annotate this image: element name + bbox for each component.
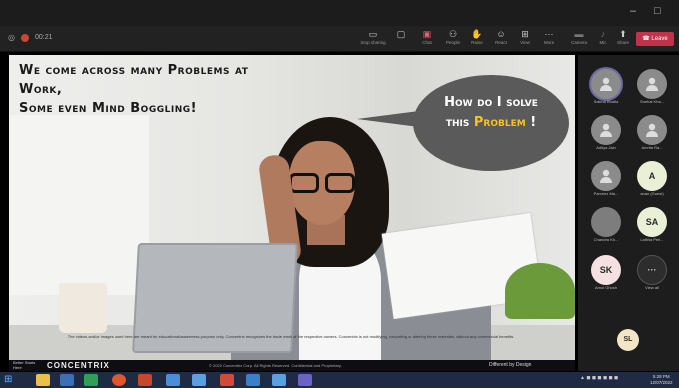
participant-name: Parveez Ma...: [593, 191, 619, 196]
screen-share-icon: ▭: [368, 29, 378, 39]
brand-logo: CONCENTRIX: [47, 361, 110, 370]
shield-icon: ◎: [8, 33, 15, 42]
excel-icon[interactable]: [84, 374, 98, 386]
file-explorer-icon[interactable]: [36, 374, 50, 386]
outlook-icon[interactable]: [60, 374, 74, 386]
slide-disclaimer: The videos and/or images used here are m…: [67, 334, 515, 339]
share-icon: ⬆: [619, 29, 627, 39]
self-view-avatar[interactable]: SL: [617, 329, 639, 351]
person-icon: [646, 123, 658, 137]
window-title-bar: – □: [0, 0, 679, 26]
system-tray[interactable]: ▲ ◼ ◼ ◼ ◼ ◼ ◼: [580, 375, 618, 381]
avatar: SA: [637, 207, 667, 237]
start-button[interactable]: ⊞: [4, 374, 16, 386]
word-icon[interactable]: [246, 374, 260, 386]
powerpoint-icon[interactable]: [138, 374, 152, 386]
plant: [505, 263, 575, 319]
meeting-timer: 00:21: [34, 34, 53, 41]
stop-sharing-button[interactable]: ▭ Stop sharing: [358, 29, 388, 49]
avatar: [591, 207, 621, 237]
participant-tile[interactable]: Sakina Bhatia: [584, 69, 628, 109]
browser-icon[interactable]: [112, 374, 126, 386]
slide-title: We come across many Problems at Work, So…: [19, 63, 249, 116]
participant-tile[interactable]: A anan (Guest): [630, 161, 674, 201]
maximize-button[interactable]: □: [654, 5, 661, 17]
view-all-label: View all: [645, 285, 659, 290]
participant-name: Sakina Bhatia: [593, 99, 619, 104]
shared-slide: We come across many Problems at Work, So…: [9, 55, 575, 360]
app-icon[interactable]: [166, 374, 180, 386]
avatar: [637, 69, 667, 99]
chrome-icon[interactable]: [192, 374, 206, 386]
phone-icon: ☎: [642, 36, 650, 42]
more-icon: ···: [637, 255, 667, 285]
participant-name: Amrita Ra...: [641, 145, 663, 150]
participant-tile[interactable]: SA Lalitha Peri...: [630, 207, 674, 247]
app-icon[interactable]: [272, 374, 286, 386]
participant-name: Chandra Kh...: [593, 237, 619, 242]
avatar: [591, 161, 621, 191]
minimize-button[interactable]: –: [630, 5, 636, 17]
slide-footer: Better Starts Here CONCENTRIX © 2022 Con…: [9, 360, 575, 371]
participant-tile[interactable]: Parveez Ma...: [584, 161, 628, 201]
more-button[interactable]: ··· More: [534, 29, 564, 49]
participant-name: Aditya Jain: [596, 145, 616, 150]
meeting-status: ◎ 00:21: [8, 33, 53, 42]
avatar: [591, 115, 621, 145]
share-button[interactable]: ⬆ Share: [608, 29, 638, 49]
copyright-text: © 2022 Concentrix Corp. All Rights Reser…: [209, 363, 342, 368]
teams-icon[interactable]: [298, 374, 312, 386]
participants-panel: Sakina Bhatia Snehal Kha... Aditya Jain …: [578, 55, 679, 371]
avatar: [591, 69, 621, 99]
participant-name: Lalitha Peri...: [640, 237, 664, 242]
participant-tile[interactable]: Aditya Jain: [584, 115, 628, 155]
glasses: [285, 173, 359, 195]
avatar: SK: [591, 255, 621, 285]
windows-taskbar: ⊞ ▲ ◼ ◼ ◼ ◼ ◼ ◼ 5:28 PM 12/07/2022: [0, 372, 679, 388]
person-icon: [646, 77, 658, 91]
speech-bubble-tail: [357, 111, 419, 127]
person-icon: [600, 123, 612, 137]
logo-mark: Better Starts Here: [13, 360, 36, 370]
person-icon: [600, 169, 612, 183]
coffee-mug: [59, 283, 107, 333]
avatar: A: [637, 161, 667, 191]
avatar: [637, 115, 667, 145]
participant-name: Amol Ghosh: [594, 285, 617, 290]
recording-icon: [20, 33, 29, 42]
more-icon: ···: [544, 29, 554, 39]
app-icon[interactable]: [220, 374, 234, 386]
tagline: Different by Design: [489, 362, 532, 368]
participant-tile[interactable]: Chandra Kh...: [584, 207, 628, 247]
person-icon: [600, 77, 612, 91]
meeting-toolbar: ◎ 00:21 ▭ Stop sharing ▢ ▣ Chat ⚇ People…: [0, 26, 679, 52]
background-window: [9, 115, 149, 295]
participant-tile[interactable]: SK Amol Ghosh: [584, 255, 628, 295]
taskbar-clock[interactable]: 5:28 PM 12/07/2022: [650, 374, 673, 386]
participant-name: anan (Guest): [640, 191, 664, 196]
participant-tile[interactable]: Amrita Ra...: [630, 115, 674, 155]
participant-tile[interactable]: Snehal Kha...: [630, 69, 674, 109]
participant-name: Snehal Kha...: [639, 99, 665, 104]
view-all-button[interactable]: ··· View all: [630, 255, 674, 295]
speech-bubble-text: How do I solve this Problem !: [444, 95, 538, 130]
leave-button[interactable]: ☎ Leave: [636, 32, 674, 46]
